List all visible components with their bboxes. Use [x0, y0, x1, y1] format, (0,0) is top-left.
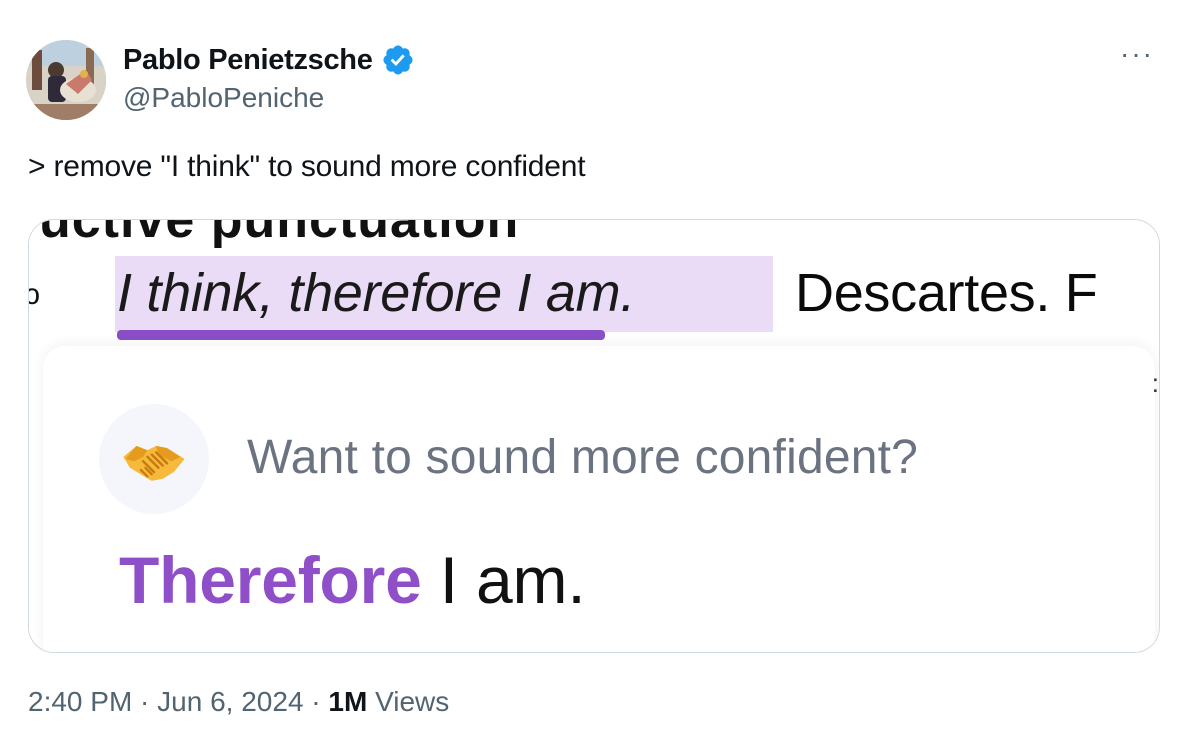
display-name[interactable]: Pablo Penietzsche — [123, 44, 373, 77]
avatar-image — [26, 40, 106, 120]
tweet-meta: 2:40 PM · Jun 6, 2024 · 1M Views — [28, 686, 449, 718]
quote-rest-text: Descartes. F — [795, 263, 1098, 323]
verified-badge-icon[interactable] — [381, 43, 415, 77]
tweet: Pablo Penietzsche @PabloPeniche ··· > re… — [0, 0, 1188, 742]
views-count: 1M — [328, 686, 368, 717]
avatar[interactable] — [26, 40, 106, 120]
tweet-date[interactable]: Jun 6, 2024 — [157, 686, 303, 717]
suggestion-underline — [117, 330, 605, 340]
tweet-media-image[interactable]: uctive punctuation ɔ I think, therefore … — [28, 219, 1160, 653]
more-options-icon[interactable]: ··· — [1120, 40, 1154, 68]
suggestion-keyword: Therefore — [119, 543, 422, 617]
suggestion-card: Want to sound more confident? Therefore … — [43, 346, 1155, 652]
name-row: Pablo Penietzsche — [123, 40, 415, 80]
suggested-rewrite[interactable]: Therefore I am. — [119, 542, 586, 618]
highlighted-quote: I think, therefore I am. — [117, 263, 636, 323]
scrollbar-mark: : — [1151, 368, 1159, 398]
handle[interactable]: @PabloPeniche — [123, 82, 415, 114]
bullet-mark: ɔ — [29, 278, 40, 312]
meta-separator: · — [132, 686, 158, 717]
handshake-icon-container — [99, 404, 209, 514]
views-label: Views — [367, 686, 450, 717]
cutoff-heading-text: uctive punctuation — [39, 219, 520, 249]
confidence-prompt: Want to sound more confident? — [247, 431, 919, 484]
meta-separator: · — [303, 686, 329, 717]
tweet-time[interactable]: 2:40 PM — [28, 686, 132, 717]
handshake-icon — [123, 445, 185, 481]
suggestion-rest: I am. — [421, 543, 586, 617]
media-document-area: uctive punctuation ɔ I think, therefore … — [29, 220, 1159, 350]
tweet-text: > remove "I think" to sound more confide… — [28, 150, 586, 183]
author-block: Pablo Penietzsche @PabloPeniche — [123, 40, 415, 114]
